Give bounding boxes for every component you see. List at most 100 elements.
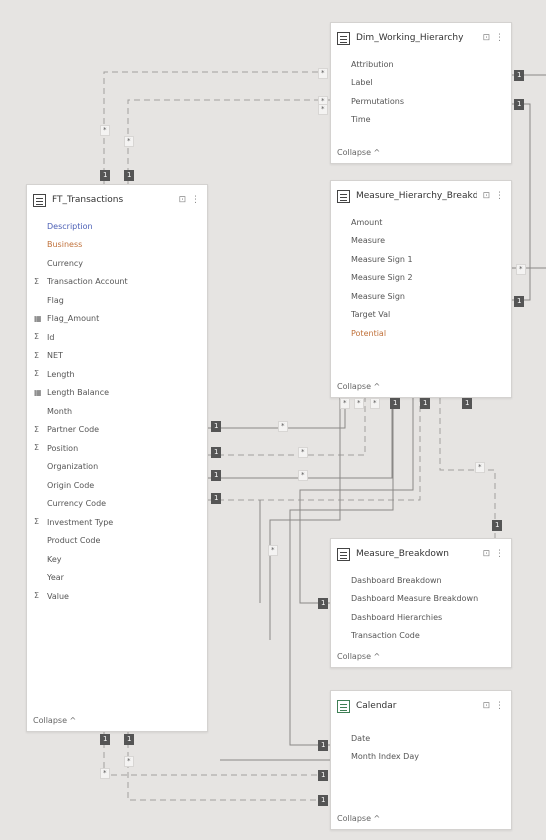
table-card-measure-hierarchy[interactable]: Measure_Hierarchy_Breakdown ⊡ ⋮ Amount Me… [330, 180, 512, 398]
field-row[interactable]: Dashboard Breakdown [331, 571, 511, 590]
table-card-ft-transactions[interactable]: FT_Transactions ⊡ ⋮ Description Business C… [26, 184, 208, 732]
table-card-calendar[interactable]: Calendar ⊡ ⋮ Date Month Index Day Collaps… [330, 690, 512, 830]
field-icon [34, 462, 42, 471]
field-row[interactable]: Σ Transaction Account [27, 273, 207, 292]
field-icon [34, 480, 42, 489]
more-options-icon[interactable]: ⊡ ⋮ [179, 195, 201, 205]
collapse-button[interactable]: Collapse ^ [33, 716, 76, 725]
model-canvas[interactable]: Dim_Working_Hierarchy ⊡ ⋮ Attribution Lab… [0, 0, 546, 840]
field-row[interactable]: Measure Sign 2 [331, 269, 511, 288]
field-label: Key [47, 554, 62, 564]
field-row[interactable]: Year [27, 569, 207, 588]
table-title: Measure_Hierarchy_Breakdown [356, 191, 477, 201]
table-header[interactable]: Measure_Hierarchy_Breakdown ⊡ ⋮ [331, 181, 511, 211]
table-card-measure-breakdown[interactable]: Measure_Breakdown ⊡ ⋮ Dashboard Breakdow… [330, 538, 512, 668]
cardinality-many-marker: * [298, 470, 308, 481]
cardinality-many-marker: * [516, 264, 526, 275]
field-row[interactable]: Currency Code [27, 495, 207, 514]
relationship-line[interactable] [208, 398, 421, 501]
field-row[interactable]: Flag [27, 291, 207, 310]
relationship-line[interactable] [103, 71, 330, 184]
field-row[interactable]: Measure Sign [331, 287, 511, 306]
field-row[interactable]: Business [27, 236, 207, 255]
field-row[interactable]: Permutations [331, 92, 511, 111]
sum-icon: Σ [34, 443, 40, 452]
field-row[interactable]: Organization [27, 458, 207, 477]
field-row[interactable]: Month Index Day [331, 748, 511, 767]
field-label: Dashboard Hierarchies [351, 612, 443, 622]
relationship-line[interactable] [127, 99, 330, 184]
sum-icon: Σ [34, 350, 40, 360]
field-label: Amount [351, 217, 383, 227]
cardinality-one-marker: 1 [124, 170, 135, 181]
cardinality-one-marker: 1 [514, 99, 525, 110]
field-label: Dashboard Measure Breakdown [351, 594, 479, 604]
field-row[interactable]: Target Val [331, 306, 511, 325]
field-label: Origin Code [47, 480, 95, 490]
field-row[interactable]: Σ Value [27, 587, 207, 606]
field-row[interactable]: Product Code [27, 532, 207, 551]
field-row[interactable]: Σ Investment Type [27, 513, 207, 532]
field-row[interactable]: Amount [331, 213, 511, 232]
field-row[interactable]: Measure Sign 1 [331, 250, 511, 269]
table-header[interactable]: FT_Transactions ⊡ ⋮ [27, 185, 207, 215]
field-label: Measure [351, 236, 385, 246]
relationship-line[interactable] [439, 398, 496, 538]
collapse-button[interactable]: Collapse ^ [337, 382, 380, 391]
field-row[interactable]: Transaction Code [331, 627, 511, 646]
field-icon [34, 573, 42, 582]
field-row[interactable]: Dashboard Hierarchies [331, 608, 511, 627]
field-row[interactable]: Month [27, 402, 207, 421]
field-row[interactable]: Σ Id [27, 328, 207, 347]
field-row[interactable]: Σ Length [27, 365, 207, 384]
field-row[interactable]: Dashboard Measure Breakdown [331, 590, 511, 609]
table-header[interactable]: Calendar ⊡ ⋮ [331, 691, 511, 721]
collapse-button[interactable]: Collapse ^ [337, 814, 380, 823]
relationship-line[interactable] [127, 732, 330, 801]
field-row[interactable]: Σ NET [27, 347, 207, 366]
field-row[interactable]: Currency [27, 254, 207, 273]
field-row[interactable]: ▦ Flag_Amount [27, 310, 207, 329]
field-row[interactable]: Attribution [331, 55, 511, 74]
more-options-icon[interactable]: ⊡ ⋮ [483, 549, 505, 559]
field-row[interactable]: ▦ Length Balance [27, 384, 207, 403]
more-options-icon[interactable]: ⊡ ⋮ [483, 191, 505, 201]
field-icon [338, 752, 346, 761]
cardinality-many-marker: * [124, 136, 134, 147]
field-list: Description Business Currency Σ Transaction … [27, 215, 207, 606]
table-card-dim-working-hierarchy[interactable]: Dim_Working_Hierarchy ⊡ ⋮ Attribution Lab… [330, 22, 512, 164]
field-icon [338, 273, 346, 282]
table-title: Calendar [356, 701, 397, 711]
relationship-line[interactable] [208, 398, 346, 429]
field-icon [338, 291, 346, 300]
more-options-icon[interactable]: ⊡ ⋮ [483, 33, 505, 43]
field-row[interactable]: Date [331, 729, 511, 748]
field-row[interactable]: Key [27, 550, 207, 569]
field-row[interactable]: Σ Position [27, 439, 207, 458]
field-row[interactable]: Σ Partner Code [27, 421, 207, 440]
collapse-button[interactable]: Collapse ^ [337, 652, 380, 661]
cardinality-one-marker: 1 [514, 70, 525, 81]
field-row[interactable]: Description [27, 217, 207, 236]
relationship-line[interactable] [208, 398, 393, 479]
field-row[interactable]: Label [331, 74, 511, 93]
relationship-line[interactable] [103, 732, 330, 776]
sum-icon: Σ [34, 332, 40, 341]
more-options-icon[interactable]: ⊡ ⋮ [483, 701, 505, 711]
table-header[interactable]: Dim_Working_Hierarchy ⊡ ⋮ [331, 23, 511, 53]
field-label: Length [47, 369, 75, 379]
collapse-button[interactable]: Collapse ^ [337, 148, 380, 157]
field-icon [34, 554, 42, 563]
field-label: Transaction Account [47, 277, 128, 287]
table-header[interactable]: Measure_Breakdown ⊡ ⋮ [331, 539, 511, 569]
field-label: Organization [47, 462, 99, 472]
cardinality-many-marker: * [268, 545, 278, 556]
field-row[interactable]: Potential [331, 324, 511, 343]
field-row[interactable]: Measure [331, 232, 511, 251]
field-label: Business [47, 240, 83, 250]
field-icon [338, 96, 346, 105]
cardinality-one-marker: 1 [211, 447, 222, 458]
field-row[interactable]: Time [331, 111, 511, 130]
field-icon [338, 78, 346, 87]
field-row[interactable]: Origin Code [27, 476, 207, 495]
